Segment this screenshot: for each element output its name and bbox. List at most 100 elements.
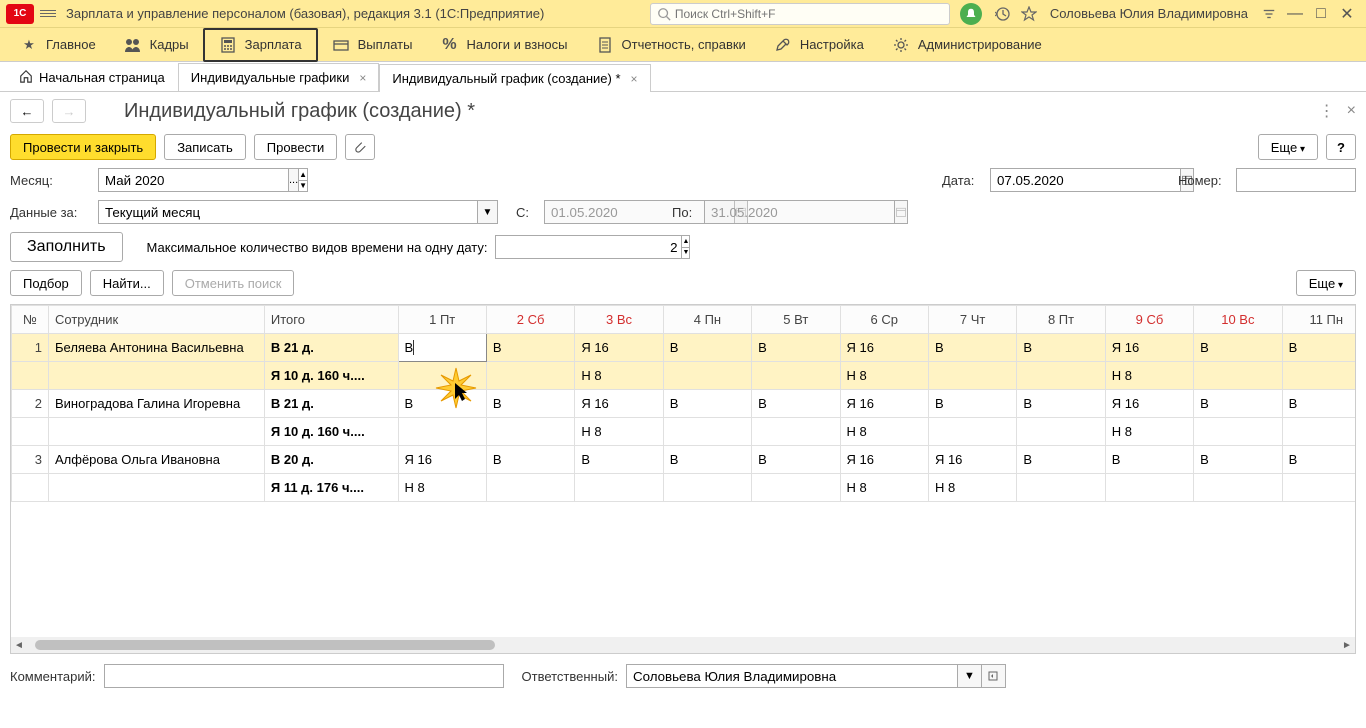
col-day-6-header[interactable]: 6 Ср xyxy=(840,306,928,334)
day-cell[interactable]: В xyxy=(1017,446,1105,474)
table-row[interactable]: 2Виноградова Галина ИгоревнаВ 21 д.ВВЯ 1… xyxy=(12,390,1356,418)
day-cell[interactable]: В xyxy=(752,334,840,362)
day-cell[interactable]: Н 8 xyxy=(398,474,486,502)
day-cell[interactable] xyxy=(1282,362,1355,390)
col-number-header[interactable]: № xyxy=(12,306,49,334)
day-cell[interactable] xyxy=(1282,418,1355,446)
day-cell[interactable] xyxy=(752,362,840,390)
day-cell[interactable]: В xyxy=(486,390,574,418)
col-total-header[interactable]: Итого xyxy=(264,306,398,334)
post-and-close-button[interactable]: Провести и закрыть xyxy=(10,134,156,160)
col-day-5-header[interactable]: 5 Вт xyxy=(752,306,840,334)
close-tab-icon[interactable]: × xyxy=(359,71,366,85)
day-cell[interactable] xyxy=(752,474,840,502)
cancel-search-button[interactable]: Отменить поиск xyxy=(172,270,295,296)
day-cell[interactable]: В xyxy=(928,390,1016,418)
help-button[interactable]: ? xyxy=(1326,134,1356,160)
day-cell[interactable]: Я 16 xyxy=(575,334,663,362)
number-field[interactable] xyxy=(1236,168,1356,192)
month-select-button[interactable]: ... xyxy=(288,168,298,192)
day-cell[interactable] xyxy=(1105,474,1193,502)
close-tab-icon[interactable]: × xyxy=(631,72,638,86)
global-search[interactable] xyxy=(650,3,950,25)
day-cell[interactable]: Н 8 xyxy=(575,418,663,446)
employee-cell[interactable]: Беляева Антонина Васильевна xyxy=(49,334,265,362)
table-more-button[interactable]: Еще xyxy=(1296,270,1356,296)
find-button[interactable]: Найти... xyxy=(90,270,164,296)
close-button[interactable]: ✕ xyxy=(1338,5,1356,23)
col-day-10-header[interactable]: 10 Вс xyxy=(1194,306,1282,334)
col-day-9-header[interactable]: 9 Сб xyxy=(1105,306,1193,334)
day-cell[interactable] xyxy=(575,474,663,502)
day-cell[interactable]: В xyxy=(663,334,751,362)
day-cell[interactable]: Н 8 xyxy=(840,418,928,446)
col-day-3-header[interactable]: 3 Вс xyxy=(575,306,663,334)
maximize-button[interactable]: □ xyxy=(1312,5,1330,23)
day-cell[interactable] xyxy=(663,418,751,446)
nav-back-button[interactable]: ← xyxy=(10,99,44,123)
pick-button[interactable]: Подбор xyxy=(10,270,82,296)
day-cell[interactable]: В xyxy=(1194,390,1282,418)
day-cell[interactable] xyxy=(663,474,751,502)
day-cell[interactable] xyxy=(1194,418,1282,446)
day-cell[interactable]: Н 8 xyxy=(575,362,663,390)
employee-cell[interactable] xyxy=(49,362,265,390)
day-cell[interactable]: В xyxy=(752,390,840,418)
responsible-input[interactable]: ▼ xyxy=(626,664,1006,688)
fill-button[interactable]: Заполнить xyxy=(10,232,123,262)
table-row[interactable]: 3Алфёрова Ольга ИвановнаВ 20 д.Я 16ВВВВЯ… xyxy=(12,446,1356,474)
day-cell[interactable]: В xyxy=(1017,334,1105,362)
horizontal-scrollbar[interactable]: ◄ ► xyxy=(11,637,1355,653)
day-cell[interactable] xyxy=(1282,474,1355,502)
col-day-7-header[interactable]: 7 Чт xyxy=(928,306,1016,334)
responsible-field[interactable] xyxy=(626,664,958,688)
max-types-field[interactable] xyxy=(495,235,682,259)
save-button[interactable]: Записать xyxy=(164,134,246,160)
day-cell[interactable]: Я 16 xyxy=(575,390,663,418)
menu-reports[interactable]: Отчетность, справки xyxy=(582,30,760,60)
day-cell[interactable] xyxy=(1194,362,1282,390)
col-employee-header[interactable]: Сотрудник xyxy=(49,306,265,334)
day-cell[interactable]: В xyxy=(1105,446,1193,474)
dropdown-icon[interactable]: ▼ xyxy=(958,664,982,688)
notifications-bell-icon[interactable] xyxy=(960,3,982,25)
month-field[interactable] xyxy=(98,168,288,192)
day-cell[interactable]: В xyxy=(575,446,663,474)
day-cell[interactable]: В xyxy=(928,334,1016,362)
month-input[interactable]: ... ▲▼ xyxy=(98,168,243,192)
favorite-star-icon[interactable] xyxy=(1020,5,1038,23)
tab-schedules[interactable]: Индивидуальные графики × xyxy=(178,63,380,91)
day-cell[interactable]: В xyxy=(663,446,751,474)
minimize-button[interactable]: — xyxy=(1286,5,1304,23)
day-cell[interactable]: В xyxy=(1282,446,1355,474)
day-cell[interactable] xyxy=(398,418,486,446)
day-cell[interactable]: В xyxy=(486,334,574,362)
max-types-spinner[interactable]: ▲▼ xyxy=(682,235,690,259)
menu-taxes[interactable]: % Налоги и взносы xyxy=(426,30,581,60)
menu-salary[interactable]: Зарплата xyxy=(203,28,318,62)
open-icon[interactable] xyxy=(982,664,1006,688)
current-user[interactable]: Соловьева Юлия Владимировна xyxy=(1050,6,1248,21)
dropdown-icon[interactable]: ▼ xyxy=(478,200,498,224)
data-for-field[interactable] xyxy=(98,200,478,224)
date-input[interactable] xyxy=(990,168,1160,192)
table-row[interactable]: 1Беляева Антонина ВасильевнаВ 21 д.В ВЯ … xyxy=(12,334,1356,362)
table-row[interactable]: Я 10 д. 160 ч....Н 8Н 8Н 8 xyxy=(12,362,1356,390)
day-cell[interactable]: Н 8 xyxy=(840,362,928,390)
employee-cell[interactable] xyxy=(49,418,265,446)
day-cell[interactable] xyxy=(486,474,574,502)
col-day-4-header[interactable]: 4 Пн xyxy=(663,306,751,334)
table-row[interactable]: Я 10 д. 160 ч....Н 8Н 8Н 8 xyxy=(12,418,1356,446)
kebab-menu-icon[interactable]: ⋮ xyxy=(1319,101,1335,121)
post-button[interactable]: Провести xyxy=(254,134,338,160)
day-cell[interactable]: В xyxy=(663,390,751,418)
tab-home[interactable]: Начальная страница xyxy=(6,63,178,91)
day-cell[interactable] xyxy=(663,362,751,390)
day-cell[interactable]: В xyxy=(752,446,840,474)
day-cell[interactable]: В xyxy=(1282,390,1355,418)
day-cell[interactable]: Я 16 xyxy=(840,390,928,418)
month-spinner[interactable]: ▲▼ xyxy=(298,168,308,192)
day-cell[interactable]: В xyxy=(1194,446,1282,474)
day-cell[interactable] xyxy=(928,418,1016,446)
day-cell[interactable]: В xyxy=(1017,390,1105,418)
